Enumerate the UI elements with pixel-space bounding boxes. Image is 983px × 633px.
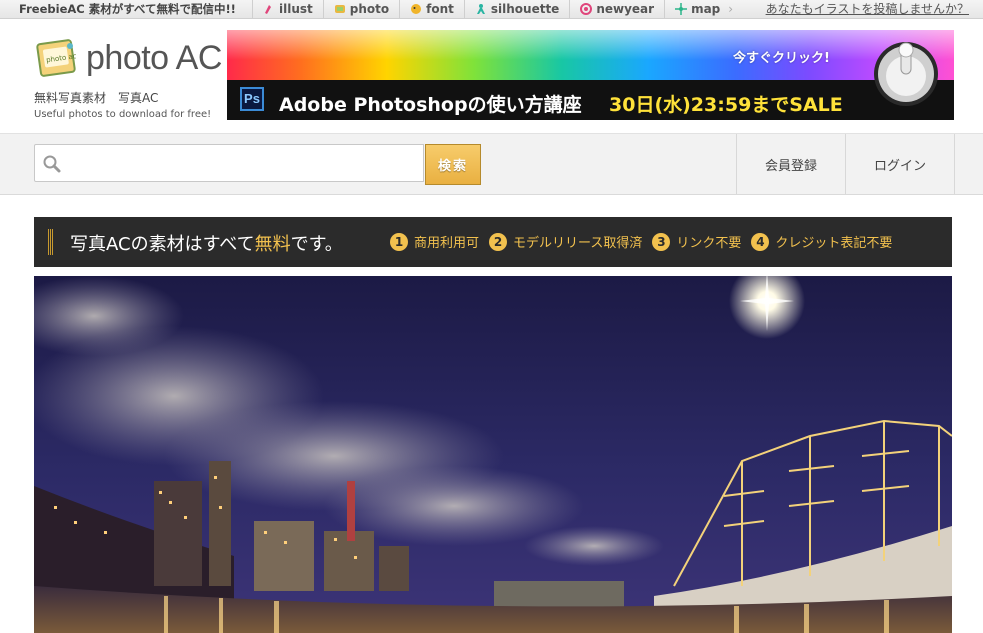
feature-item: 3 リンク不要 bbox=[652, 232, 741, 251]
features-headline: 写真ACの素材はすべて無料です。 bbox=[70, 230, 343, 256]
search-button[interactable]: 検索 bbox=[425, 144, 481, 185]
chevron-right-icon: › bbox=[728, 2, 734, 16]
tab-font[interactable]: font bbox=[399, 0, 464, 18]
tagline-english: Useful photos to download for free! bbox=[34, 109, 212, 120]
site-tabs: illust photo font silhouette newyear map… bbox=[252, 0, 743, 18]
feature-number-badge: 2 bbox=[489, 232, 508, 251]
hero-night-harbor-photo[interactable] bbox=[34, 276, 952, 633]
search-icon bbox=[43, 155, 61, 173]
register-button[interactable]: 会員登録 bbox=[736, 134, 845, 194]
feature-item: 1 商用利用可 bbox=[390, 232, 479, 251]
feature-label: リンク不要 bbox=[676, 236, 742, 251]
silhouette-icon bbox=[476, 4, 485, 14]
feature-label: モデルリリース取得済 bbox=[513, 236, 643, 251]
headline-free: 無料 bbox=[254, 234, 291, 255]
tab-photo[interactable]: photo bbox=[322, 0, 399, 18]
freebie-brand-link[interactable]: FreebieAC 素材がすべて無料で配信中!! bbox=[19, 1, 236, 17]
tab-font-label: font bbox=[426, 2, 454, 16]
joystick-button-icon bbox=[874, 42, 938, 106]
hero-photo-illustration bbox=[34, 276, 952, 633]
banner-title: Adobe Photoshopの使い方講座 bbox=[279, 94, 582, 116]
illust-icon bbox=[265, 5, 271, 14]
feature-number-badge: 1 bbox=[390, 232, 408, 251]
photoshop-icon: Ps bbox=[240, 87, 264, 111]
tab-map-label: map bbox=[691, 2, 721, 16]
search-input[interactable] bbox=[69, 151, 413, 177]
tab-photo-label: photo bbox=[349, 2, 390, 16]
tab-map[interactable]: map › bbox=[664, 0, 743, 18]
search-box bbox=[34, 144, 424, 182]
search-bar-row: 検索 会員登録 ログイン bbox=[0, 134, 983, 195]
feature-label: 商用利用可 bbox=[414, 236, 480, 251]
tab-silhouette[interactable]: silhouette bbox=[463, 0, 569, 18]
banner-sale-date: 30日(水)23:59までSALE bbox=[609, 94, 843, 116]
feature-number-badge: 3 bbox=[652, 232, 671, 251]
tab-illust[interactable]: illust bbox=[252, 0, 323, 18]
photo-ac-logo-icon[interactable]: photo ac bbox=[36, 38, 76, 78]
tagline-japanese: 無料写真素材 写真AC bbox=[34, 91, 159, 105]
feature-item: 2 モデルリリース取得済 bbox=[489, 232, 642, 251]
tab-newyear[interactable]: newyear bbox=[569, 0, 664, 18]
headline-post: です。 bbox=[290, 234, 343, 255]
tab-newyear-label: newyear bbox=[596, 2, 655, 16]
feature-label: クレジット表記不要 bbox=[775, 236, 893, 251]
font-icon bbox=[411, 4, 422, 14]
tab-silhouette-label: silhouette bbox=[490, 2, 560, 16]
banner-cta: 今すぐクリック! bbox=[733, 51, 830, 66]
login-button[interactable]: ログイン bbox=[845, 134, 955, 194]
tab-illust-label: illust bbox=[279, 2, 313, 16]
newyear-icon bbox=[580, 3, 593, 15]
map-icon bbox=[675, 3, 688, 15]
photo-icon bbox=[334, 5, 345, 13]
submit-illustration-link[interactable]: あなたもイラストを投稿しませんか？ bbox=[766, 0, 969, 17]
banner-rainbow bbox=[227, 30, 954, 80]
feature-item: 4 クレジット表記不要 bbox=[751, 232, 892, 251]
features-bar: 写真ACの素材はすべて無料です。 1 商用利用可 2 モデルリリース取得済 3 … bbox=[34, 217, 952, 267]
site-header: photo ac photo AC 無料写真素材 写真AC Useful pho… bbox=[0, 19, 983, 134]
photoshop-course-banner[interactable]: 今すぐクリック! Ps Adobe Photoshopの使い方講座 30日(水)… bbox=[227, 30, 954, 120]
features-accent bbox=[48, 229, 53, 255]
feature-list: 1 商用利用可 2 モデルリリース取得済 3 リンク不要 4 クレジット表記不要 bbox=[390, 232, 902, 251]
top-bar: FreebieAC 素材がすべて無料で配信中!! illust photo fo… bbox=[0, 0, 983, 19]
feature-number-badge: 4 bbox=[751, 232, 770, 251]
logo-wordmark[interactable]: photo AC bbox=[86, 39, 222, 78]
headline-pre: 写真ACの素材はすべて bbox=[70, 234, 255, 255]
